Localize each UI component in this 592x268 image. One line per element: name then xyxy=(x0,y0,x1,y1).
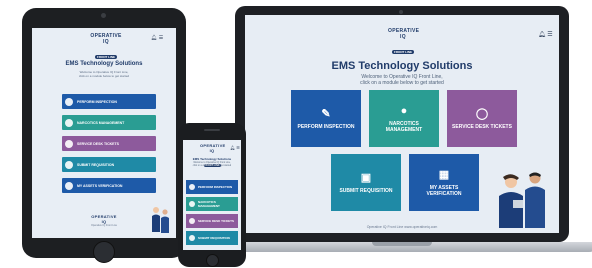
button-label: SUBMIT REQUISITION xyxy=(198,236,230,240)
tile-label: NARCOTICS MANAGEMENT xyxy=(385,120,423,133)
service-desk-tickets-tile[interactable]: ◯ SERVICE DESK TICKETS xyxy=(447,90,517,147)
submit-requisition-button[interactable]: SUBMIT REQUISITION xyxy=(62,157,156,172)
pills-icon xyxy=(189,201,195,207)
footer-text: Operative IQ Front Line www.operativeiq.… xyxy=(366,225,438,229)
tablet-device: OPERATIVE IQ FRONT LINE 🔔︎ ☰ EMS Technol… xyxy=(22,8,186,263)
submit-requisition-button[interactable]: SUBMIT REQUISITION xyxy=(186,231,238,245)
header-icons: 🔔︎ ☰ xyxy=(538,31,553,38)
service-desk-tickets-button[interactable]: SERVICE DESK TICKETS xyxy=(186,214,238,228)
button-label: MY ASSETS VERIFICATION xyxy=(77,183,123,188)
phone-speaker xyxy=(204,129,220,131)
laptop-notch xyxy=(372,242,432,246)
header-logo: OPERATIVE IQ FRONT LINE xyxy=(388,28,420,58)
logo-text: OPERATIVE IQ xyxy=(388,28,420,40)
footer-logo: OPERATIVE IQ xyxy=(89,214,119,224)
logo-tagline: FRONT LINE xyxy=(392,50,414,54)
welcome-text: Welcome to Operative IQ Front Line, clic… xyxy=(345,74,459,86)
welcome-line-2: click on a module below to get started xyxy=(78,74,130,78)
narcotics-management-button[interactable]: NARCOTICS MANAGEMENT xyxy=(186,197,238,211)
bell-icon[interactable]: 🔔︎ xyxy=(538,32,546,38)
laptop-camera xyxy=(399,10,403,14)
box-icon: ▦ xyxy=(438,168,450,181)
box-icon xyxy=(65,181,73,190)
button-label: SUBMIT REQUISITION xyxy=(77,162,115,167)
cart-icon xyxy=(189,235,195,241)
perform-inspection-button[interactable]: PERFORM INSPECTION xyxy=(62,94,156,109)
laptop-screen: OPERATIVE IQ FRONT LINE 🔔︎ ☰ EMS Technol… xyxy=(245,15,559,233)
phone-header-icons: 🔔︎ ☰ xyxy=(230,145,240,150)
tablet-screen: OPERATIVE IQ FRONT LINE 🔔︎ ☰ EMS Technol… xyxy=(32,28,176,238)
welcome-text: Welcome to Operative IQ Front Line, clic… xyxy=(189,162,235,168)
welcome-text: Welcome to Operative IQ Front Line, clic… xyxy=(54,70,154,78)
service-desk-icon xyxy=(189,218,195,224)
my-assets-verification-button[interactable]: MY ASSETS VERIFICATION xyxy=(62,178,156,193)
clipboard-edit-icon: ✎ xyxy=(321,107,331,120)
pills-icon xyxy=(65,118,73,127)
tablet-home-button[interactable] xyxy=(93,241,115,263)
button-label: NARCOTICS MANAGEMENT xyxy=(198,200,220,208)
tablet-logo: OPERATIVE IQ FRONT LINE xyxy=(88,33,124,63)
perform-inspection-button[interactable]: PERFORM INSPECTION xyxy=(186,180,238,194)
welcome-line-2: click on a module below to get started xyxy=(360,80,444,86)
staff-illustration xyxy=(152,207,169,233)
service-desk-tickets-button[interactable]: SERVICE DESK TICKETS xyxy=(62,136,156,151)
logo-text: OPERATIVE IQ xyxy=(200,143,226,153)
page-title: EMS Technology Solutions xyxy=(192,157,232,161)
page-title: EMS Technology Solutions xyxy=(331,60,473,72)
narcotics-management-button[interactable]: NARCOTICS MANAGEMENT xyxy=(62,115,156,130)
pills-icon: ● xyxy=(400,104,408,117)
button-label: SERVICE DESK TICKETS xyxy=(198,219,234,223)
tile-label: SERVICE DESK TICKETS xyxy=(452,123,512,130)
staff-illustration xyxy=(499,172,545,228)
menu-icon[interactable]: ☰ xyxy=(547,32,552,38)
button-label: SERVICE DESK TICKETS xyxy=(77,141,119,146)
footer-text: Operative IQ Front Line xyxy=(90,224,118,227)
logo-text: OPERATIVE IQ xyxy=(90,33,122,45)
tablet-header-icons: 🔔︎ ☰ xyxy=(151,35,163,41)
phone-screen: OPERATIVE IQ FRONT LINE 🔔︎ ☰ EMS Technol… xyxy=(183,140,241,250)
cart-icon xyxy=(65,160,73,169)
my-assets-verification-tile[interactable]: ▦ MY ASSETS VERIFICATION xyxy=(409,154,479,211)
service-desk-icon: ◯ xyxy=(475,107,489,120)
button-label: PERFORM INSPECTION xyxy=(198,185,233,189)
submit-requisition-tile[interactable]: ▣ SUBMIT REQUISITION xyxy=(331,154,401,211)
page-title: EMS Technology Solutions xyxy=(65,61,143,67)
tile-label: PERFORM INSPECTION xyxy=(297,123,355,130)
welcome-line-2: click on a module below to get started xyxy=(192,165,232,167)
logo-tagline: FRONT LINE xyxy=(95,55,117,59)
logo-text: OPERATIVE IQ xyxy=(91,214,117,224)
menu-icon[interactable]: ☰ xyxy=(236,145,240,150)
tile-label: MY ASSETS VERIFICATION xyxy=(426,184,462,197)
tablet-camera xyxy=(101,13,106,18)
service-desk-icon xyxy=(65,139,73,148)
clipboard-edit-icon xyxy=(65,97,73,106)
button-label: NARCOTICS MANAGEMENT xyxy=(77,120,125,125)
phone-home-button[interactable] xyxy=(206,254,219,267)
bell-icon[interactable]: 🔔︎ xyxy=(230,145,235,150)
bell-icon[interactable]: 🔔︎ xyxy=(151,35,157,41)
menu-icon[interactable]: ☰ xyxy=(159,35,163,41)
clipboard-edit-icon xyxy=(189,184,195,190)
perform-inspection-tile[interactable]: ✎ PERFORM INSPECTION xyxy=(291,90,361,147)
cart-icon: ▣ xyxy=(360,171,372,184)
button-label: PERFORM INSPECTION xyxy=(77,99,117,104)
narcotics-management-tile[interactable]: ● NARCOTICS MANAGEMENT xyxy=(369,90,439,147)
tile-label: SUBMIT REQUISITION xyxy=(339,187,393,194)
